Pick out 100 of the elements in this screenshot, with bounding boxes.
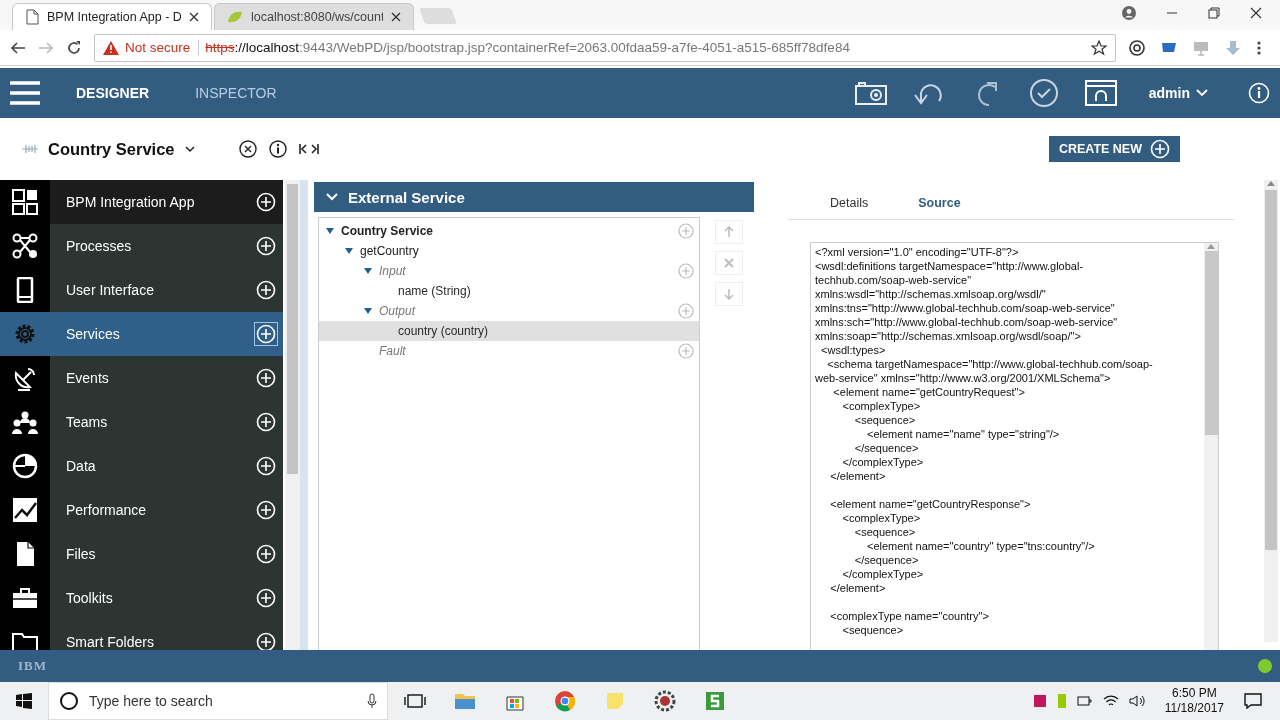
sidebar-item[interactable]: Files [0, 532, 283, 576]
sidebar-item[interactable]: Teams [0, 400, 283, 444]
tree-row[interactable]: Input [319, 261, 699, 281]
nodes-icon [12, 233, 38, 259]
code-line: <wsdl:types> [820, 343, 887, 357]
scroll-up-icon [1267, 180, 1275, 186]
menu-icon[interactable] [10, 81, 40, 105]
code-line: </element> [829, 581, 887, 595]
camera-icon[interactable] [854, 81, 887, 105]
tree-row[interactable]: Country Service [319, 221, 699, 241]
volume-icon[interactable] [1128, 694, 1145, 708]
sidebar-item[interactable]: Processes [0, 224, 283, 268]
panel-tab[interactable]: Details [830, 196, 869, 210]
ibm-logo: IBM [18, 658, 47, 674]
code-line: </element> [829, 469, 887, 483]
code-line: </sequence> [853, 441, 920, 455]
people-icon [12, 409, 38, 435]
scrollbar[interactable] [1204, 243, 1218, 650]
expand-icon[interactable] [298, 143, 319, 155]
browser-icon[interactable] [554, 690, 576, 712]
create-new-button[interactable]: CREATE NEW [1048, 136, 1180, 162]
panel-tab[interactable]: Source [918, 196, 961, 210]
wifi-icon[interactable] [1102, 694, 1119, 708]
caret-icon [1196, 89, 1208, 97]
artifact-title[interactable]: Country Service [48, 139, 195, 159]
info-icon[interactable] [268, 140, 287, 158]
user-menu[interactable]: admin [1148, 85, 1208, 101]
sidebar-item[interactable]: Performance [0, 488, 283, 532]
code-line: <element name="getCountryResponse"> [829, 497, 1032, 511]
code-line: xmlns:sch="http://www.global-techhub.com/soap-web-service" [815, 315, 1119, 329]
code-line: <sequence> [853, 413, 917, 427]
close-icon[interactable] [238, 140, 257, 158]
leaf-icon [227, 10, 243, 24]
sidebar-item[interactable]: Data [0, 444, 283, 488]
plus-icon [1150, 139, 1170, 159]
windows-icon[interactable] [16, 693, 32, 709]
tree-row[interactable]: country (country) [319, 321, 699, 341]
code-line: <schema targetNamespace="http://www.global-techhub.com/soap- [826, 357, 1154, 371]
expanded-icon[interactable] [325, 227, 335, 235]
tree-row[interactable]: Fault [319, 341, 699, 361]
code-line: <element name="name" type="string"/> [865, 427, 1061, 441]
microphone-icon[interactable] [367, 693, 377, 709]
close-icon[interactable] [391, 12, 401, 22]
url-text: https://localhost:9443/WebPD/jsp/bootstrap.jsp?containerRef=2063.00fdaa59-a7fe-4051-a515-685ff78dfe84 [205, 40, 851, 55]
section-header[interactable]: External Service [314, 182, 754, 212]
monitor-icon[interactable] [1084, 79, 1117, 107]
sidebar-item[interactable]: Services [0, 312, 283, 356]
reload-icon[interactable] [66, 39, 82, 56]
grid-icon [12, 189, 38, 215]
browser-tab[interactable]: BPM Integration App - D [12, 3, 212, 30]
up-arrow-icon [723, 226, 735, 238]
code-line: <sequence> [841, 623, 905, 637]
code-line: techhub.com/soap-web-service" [815, 273, 973, 287]
clock-date[interactable]: 11/18/2017 [1164, 701, 1224, 716]
header-tab[interactable]: DESIGNER [76, 85, 150, 101]
source-editor[interactable] [810, 242, 1219, 650]
account-icon[interactable] [1122, 6, 1136, 20]
tree-row[interactable]: getCountry [319, 241, 699, 261]
code-line: web-service" xmlns="http://www.w3.org/2001/XMLSchema"> [815, 371, 1112, 385]
service-icon [22, 144, 38, 154]
sidebar-item[interactable]: User Interface [0, 268, 283, 312]
expanded-icon[interactable] [363, 307, 373, 315]
code-line: <?xml version="1.0" encoding="UTF-8"?> [815, 245, 1020, 259]
restore-icon[interactable] [1208, 7, 1220, 19]
code-line: <wsdl:definitions targetNamespace="http://www.global- [815, 259, 1085, 273]
code-line: </complexType> [841, 567, 925, 581]
circle-icon [59, 691, 79, 711]
back-icon[interactable] [10, 39, 26, 56]
search-field[interactable]: Type here to search [48, 682, 388, 720]
sidebar-item[interactable]: BPM Integration App [0, 180, 283, 224]
scrollbar[interactable] [1264, 180, 1278, 642]
scrollbar[interactable] [285, 180, 300, 650]
s-icon[interactable] [704, 690, 726, 712]
check-icon[interactable] [1028, 78, 1059, 108]
clock-time[interactable]: 6:50 PM [1172, 686, 1217, 701]
tree-row[interactable]: name (String) [319, 281, 699, 301]
warning-icon [103, 40, 119, 55]
code-line: <sequence> [853, 525, 917, 539]
sidebar-item[interactable]: Toolkits [0, 576, 283, 620]
satellite-icon [12, 365, 38, 391]
header-tab[interactable]: INSPECTOR [195, 85, 277, 101]
tree-row[interactable]: Output [319, 301, 699, 321]
knot-icon[interactable] [1128, 38, 1146, 57]
sidebar-item[interactable]: Events [0, 356, 283, 400]
star-icon[interactable] [1091, 39, 1107, 56]
security-label[interactable]: Not secure [125, 40, 200, 55]
section-title: External Service [348, 188, 465, 206]
expanded-icon[interactable] [363, 267, 373, 275]
code-line: <element name="getCountryRequest"> [832, 385, 1026, 399]
gear-icon[interactable] [654, 690, 676, 712]
address-field[interactable]: Not secure https://localhost:9443/WebPD/jsp/bootstrap.jsp?containerRef=2063.00fdaa59-a7fe-4051-a515-685ff78dfe84 [94, 33, 1116, 62]
notification-icon[interactable] [1244, 693, 1262, 709]
code-line: xmlns:tns="http://www.global-techhub.com/soap-web-service" [815, 301, 1116, 315]
close-icon[interactable] [189, 12, 199, 22]
page-icon [25, 9, 39, 25]
expanded-icon[interactable] [344, 247, 354, 255]
close-icon[interactable] [1250, 7, 1262, 19]
app-tray-icon[interactable] [1032, 694, 1047, 708]
sidebar-item[interactable]: Smart Folders [0, 620, 283, 650]
code-line: xmlns:soap="http://schemas.xmlsoap.org/wsdl/soap/"> [815, 329, 1082, 343]
